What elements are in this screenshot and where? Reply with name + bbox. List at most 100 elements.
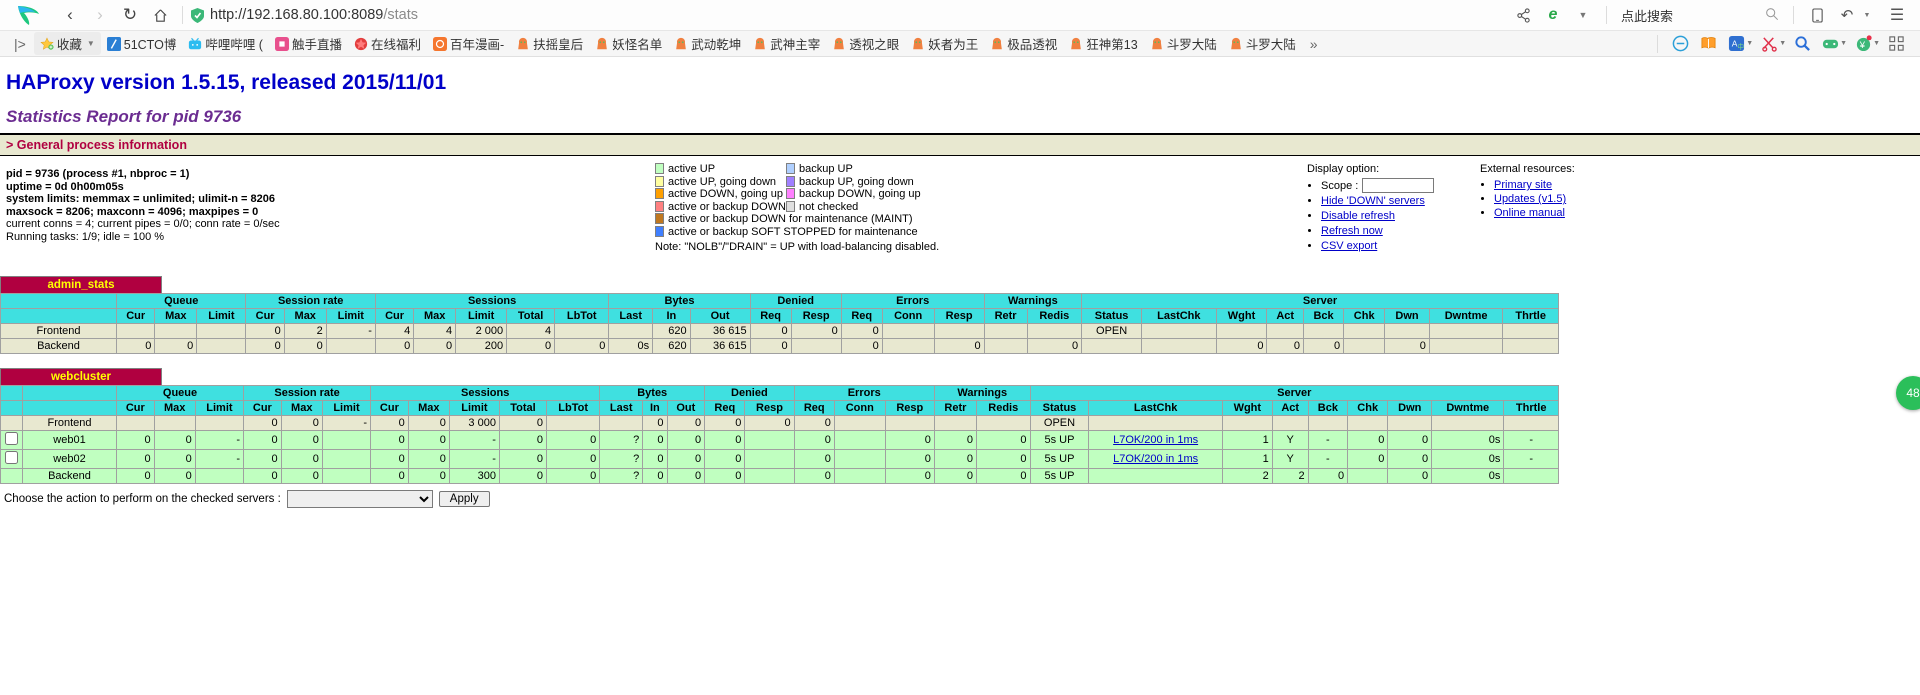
bookmark-novel-1[interactable]: 扶摇皇后 (510, 32, 589, 55)
cell-sess-limit: - (448, 449, 500, 469)
back-button[interactable]: ‹ (56, 2, 84, 28)
legend-label: active UP, going down (668, 175, 777, 188)
col-status: Status (1081, 308, 1143, 324)
scope-input[interactable] (1362, 178, 1435, 193)
forward-button[interactable]: › (86, 2, 114, 28)
chushou-icon (274, 36, 289, 51)
apps-grid-icon[interactable] (1882, 33, 1910, 55)
bookmark-chushou[interactable]: 触手直播 (269, 32, 348, 55)
hide-down-servers-link[interactable]: Hide 'DOWN' servers (1321, 195, 1425, 207)
cell-err-conn (833, 468, 886, 484)
cell-err-resp: 0 (884, 449, 935, 469)
cell-srate-limit (321, 468, 372, 484)
cell-err-req: 0 (793, 415, 835, 431)
external-resources-title: External resources: (1480, 163, 1575, 175)
home-button[interactable] (146, 2, 174, 28)
bookmarks-overflow-button[interactable]: » (1302, 36, 1326, 52)
updates-link[interactable]: Updates (v1.5) (1494, 193, 1566, 205)
bookmark-novel-7[interactable]: 极品透视 (984, 32, 1063, 55)
cell-warn-retr (983, 323, 1028, 339)
stats-table-webcluster: Queue Session rate Sessions Bytes Denied… (0, 385, 1560, 484)
col-sess-cur: Cur (374, 308, 415, 324)
bookmark-novel-8[interactable]: 狂神第13 (1063, 32, 1143, 55)
bookmark-fuli[interactable]: 在线福利 (348, 32, 427, 55)
column-sub-row: Cur Max Limit Cur Max Limit Cur Max Limi… (0, 400, 1559, 416)
cell-sess-total: 0 (498, 468, 548, 484)
server-select-checkbox-web02[interactable] (5, 451, 18, 464)
online-manual-link[interactable]: Online manual (1494, 207, 1565, 219)
process-info-line: pid = 9736 (process #1, nbproc = 1) (6, 168, 280, 181)
bookmark-comic[interactable]: 百年漫画- (427, 32, 510, 55)
col-group-denied: Denied (704, 385, 795, 401)
chevron-down-icon[interactable]: ▼ (1568, 2, 1598, 28)
share-icon[interactable] (1508, 2, 1538, 28)
adblock-icon[interactable] (1666, 33, 1694, 55)
apply-button[interactable]: Apply (438, 491, 490, 507)
bookmark-novel-3[interactable]: 武动乾坤 (668, 32, 747, 55)
bookmark-favorites[interactable]: 收藏 ▼ (33, 32, 101, 55)
cell-queue-limit (194, 415, 245, 431)
address-bar[interactable]: http://192.168.80.100:8089/stats (191, 7, 1508, 23)
chevron-down-icon[interactable]: ▼ (1746, 40, 1753, 47)
csv-export-link[interactable]: CSV export (1321, 240, 1377, 252)
zoom-search-icon[interactable] (1788, 33, 1816, 55)
bookmark-novel-10[interactable]: 斗罗大陆 (1223, 32, 1302, 55)
reader-mode-icon[interactable] (1694, 33, 1722, 55)
mobile-view-icon[interactable] (1802, 2, 1832, 28)
star-favorites-icon (40, 36, 54, 51)
chevron-down-icon[interactable]: ▼ (1779, 40, 1786, 47)
cell-srate-cur: 0 (243, 415, 282, 431)
search-input[interactable]: 点此搜索 (1615, 3, 1785, 27)
table-row: web01 0 0 - 0 0 0 0 - 0 0 ? 0 0 0 0 0 0 … (0, 430, 1559, 450)
toolbar-divider-3 (1793, 6, 1794, 24)
bookmark-novel-6[interactable]: 妖者为王 (905, 32, 984, 55)
cell-sess-max: 0 (407, 468, 450, 484)
col-queue-cur: Cur (115, 308, 156, 324)
cell-err-resp: 0 (884, 430, 935, 450)
table-row: web02 0 0 - 0 0 0 0 - 0 0 ? 0 0 0 0 0 0 … (0, 449, 1559, 469)
cell-wght: 1 (1221, 430, 1273, 450)
edge-compat-icon[interactable]: e (1538, 2, 1568, 28)
col-sess-limit: Limit (448, 400, 500, 416)
cell-warn-retr: 0 (933, 468, 977, 484)
refresh-now-link[interactable]: Refresh now (1321, 225, 1383, 237)
bookmark-novel-2[interactable]: 妖怪名单 (589, 32, 668, 55)
bookmark-bilibili[interactable]: 哔哩哔哩 ( (182, 32, 269, 55)
col-sess-max: Max (413, 308, 457, 324)
col-srate-limit: Limit (321, 400, 372, 416)
chevron-down-icon[interactable]: ▼ (1873, 40, 1880, 47)
bookmarks-collapse-icon[interactable]: |> (6, 36, 34, 52)
chevron-down-icon[interactable]: ▼ (87, 39, 95, 48)
legend-label: active or backup DOWN for maintenance (M… (668, 213, 913, 226)
bookmark-novel-9[interactable]: 斗罗大陆 (1144, 32, 1223, 55)
cell-lastchk[interactable]: L7OK/200 in 1ms (1088, 430, 1223, 450)
bookmarks-bar: |> 收藏 ▼ 51CTO博 哔哩哔哩 ( 触手直播 在线福利 百年漫画- 扶摇… (0, 31, 1920, 57)
cell-bytes-out: 0 (666, 468, 706, 484)
cell-wght (1221, 415, 1273, 431)
primary-site-link[interactable]: Primary site (1494, 179, 1552, 191)
cell-sess-cur: 0 (370, 468, 409, 484)
novel-icon (1150, 37, 1164, 51)
chevron-down-icon-2[interactable]: ▼ (1852, 2, 1882, 28)
bookmark-51cto[interactable]: 51CTO博 (101, 32, 183, 55)
search-icon[interactable] (1765, 7, 1779, 24)
navigation-buttons: ‹ › ↻ (56, 2, 174, 28)
cell-err-resp (884, 415, 935, 431)
chevron-down-icon[interactable]: ▼ (1840, 40, 1847, 47)
cell-err-resp: 0 (884, 468, 935, 484)
legend-entry: not checked (785, 200, 921, 214)
reload-button[interactable]: ↻ (116, 2, 144, 28)
server-select-checkbox-web01[interactable] (5, 432, 18, 445)
col-group-checkbox (0, 385, 23, 401)
col-bck: Bck (1307, 400, 1349, 416)
legend-row: active UP, going down backup UP, going d… (655, 175, 921, 189)
floating-badge-widget[interactable]: 48 (1896, 376, 1920, 410)
bookmark-novel-4[interactable]: 武神主宰 (747, 32, 826, 55)
server-action-select[interactable] (286, 490, 433, 508)
disable-refresh-link[interactable]: Disable refresh (1321, 210, 1395, 222)
cell-chk (1347, 415, 1389, 431)
cell-lastchk[interactable]: L7OK/200 in 1ms (1088, 449, 1223, 469)
bookmark-novel-5[interactable]: 透视之眼 (826, 32, 905, 55)
hamburger-menu-icon[interactable]: ☰ (1882, 2, 1912, 28)
cell-warn-retr: 0 (933, 430, 977, 450)
